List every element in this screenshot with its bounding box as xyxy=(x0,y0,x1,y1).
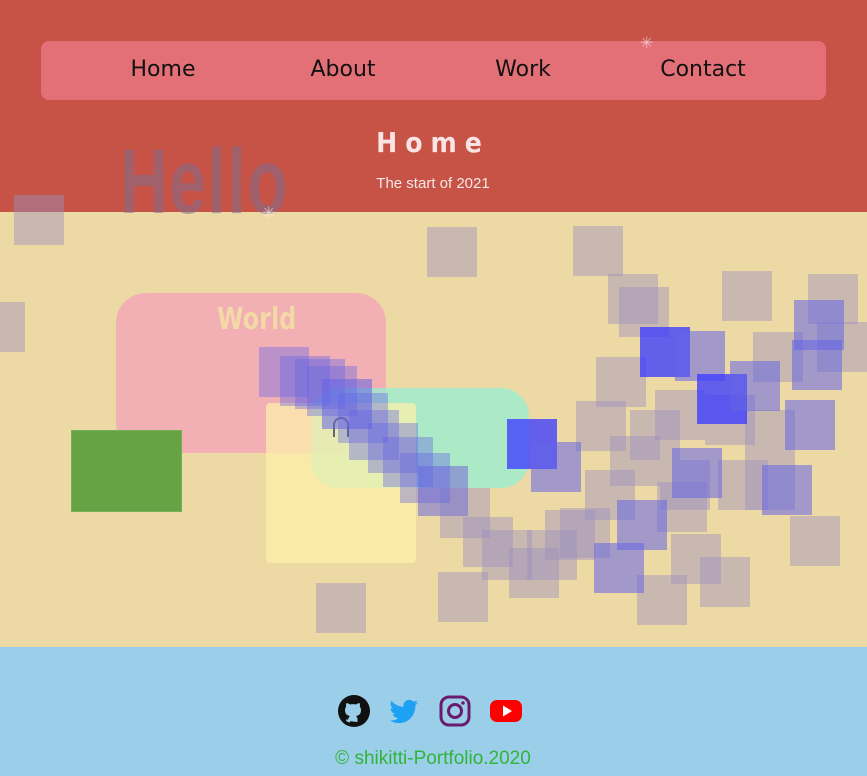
nav-contact[interactable]: Contact xyxy=(653,53,753,87)
nav-bar: Home About Work Contact xyxy=(41,41,826,100)
decor-square xyxy=(427,227,477,277)
decor-square xyxy=(672,448,722,498)
snowflake-icon: ✳ xyxy=(640,33,654,52)
decor-square xyxy=(700,557,750,607)
snowflake-icon: ✳ xyxy=(262,203,276,222)
page-subtitle: The start of 2021 xyxy=(376,175,490,192)
decor-square xyxy=(596,357,646,407)
decor-square xyxy=(438,572,488,622)
page-title: Home xyxy=(376,126,490,159)
decor-square xyxy=(573,226,623,276)
decor-square xyxy=(0,302,25,352)
decor-square xyxy=(418,466,468,516)
nav-home[interactable]: Home xyxy=(113,53,213,87)
decor-square xyxy=(762,465,812,515)
decor-square xyxy=(785,400,835,450)
decor-square xyxy=(792,340,842,390)
twitter-icon[interactable] xyxy=(387,694,421,728)
decor-square xyxy=(594,543,644,593)
decor-square xyxy=(722,271,772,321)
decor-square xyxy=(730,361,780,411)
decor-square xyxy=(14,195,64,245)
decor-square xyxy=(545,510,595,560)
decor-square xyxy=(316,583,366,633)
github-icon[interactable] xyxy=(337,694,371,728)
decor-square xyxy=(531,442,581,492)
instagram-icon[interactable] xyxy=(438,694,472,728)
green-card xyxy=(71,430,182,512)
decor-square xyxy=(637,575,687,625)
nav-work[interactable]: Work xyxy=(473,53,573,87)
nav-about[interactable]: About xyxy=(293,53,393,87)
world-text: World xyxy=(217,302,297,337)
copyright-text: © shikitti-Portfolio.2020 xyxy=(335,748,531,769)
decor-square xyxy=(790,516,840,566)
youtube-icon[interactable] xyxy=(489,694,523,728)
